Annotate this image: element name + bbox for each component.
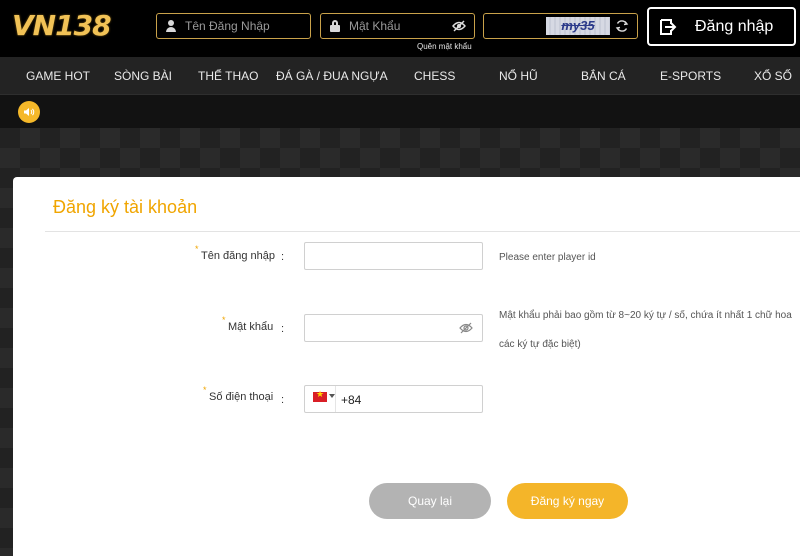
nav-item-no-hu[interactable]: NỔ HŨ: [499, 57, 538, 95]
top-header: VN138 Tên Đăng Nhập Mật Khẩu Quên mật kh…: [0, 0, 800, 57]
phone-colon: :: [281, 394, 285, 406]
eye-off-icon[interactable]: [459, 322, 473, 334]
brand-logo[interactable]: VN138: [12, 10, 112, 42]
nav-item-game-hot[interactable]: GAME HOT: [26, 57, 90, 95]
password-field[interactable]: [304, 314, 483, 342]
phone-label: * Số điện thoại: [203, 385, 274, 403]
vietnam-flag-icon[interactable]: [313, 389, 327, 402]
username-hint: Please enter player id: [499, 252, 596, 263]
username-placeholder: Tên Đăng Nhập: [185, 19, 270, 33]
speaker-icon: [24, 108, 35, 116]
required-mark: *: [195, 244, 199, 254]
refresh-icon[interactable]: [615, 19, 629, 33]
captcha-image: my35: [546, 17, 610, 35]
password-hint-line2: các ký tự đặc biệt): [499, 339, 581, 350]
required-mark: *: [222, 315, 226, 325]
login-label: Đăng nhập: [695, 17, 774, 35]
title-divider: [45, 231, 800, 232]
captcha-field[interactable]: my35: [483, 13, 638, 39]
username-label: * Tên đăng nhập: [195, 244, 276, 262]
login-button[interactable]: Đăng nhập: [647, 7, 796, 46]
nav-item-da-ga[interactable]: ĐÁ GÀ / ĐUA NGỰA: [276, 57, 388, 95]
user-icon: [165, 20, 177, 32]
nav-item-e-sports[interactable]: E-SPORTS: [660, 57, 721, 95]
page-title: Đăng ký tài khoản: [53, 197, 198, 217]
password-hint-line1: Mật khẩu phải bao gồm từ 8~20 ký tự / số…: [499, 310, 792, 321]
nav-item-xo-so[interactable]: XỔ SỐ: [754, 57, 792, 95]
username-input[interactable]: Tên Đăng Nhập: [156, 13, 311, 39]
lock-icon: [329, 20, 341, 32]
register-button[interactable]: Đăng ký ngay: [507, 483, 628, 519]
nav-item-chess[interactable]: CHESS: [414, 57, 455, 95]
nav-item-ban-ca[interactable]: BẮN CÁ: [581, 57, 626, 95]
password-placeholder: Mật Khẩu: [349, 19, 401, 33]
country-divider: [335, 386, 336, 412]
password-input[interactable]: Mật Khẩu: [320, 13, 475, 39]
forgot-password-link[interactable]: Quên mật khẩu: [417, 42, 472, 51]
phone-value: +84: [341, 393, 362, 407]
eye-off-icon[interactable]: [452, 20, 466, 32]
phone-field[interactable]: +84: [304, 385, 483, 413]
nav-item-the-thao[interactable]: THỂ THAO: [198, 57, 258, 95]
back-button[interactable]: Quay lại: [369, 483, 491, 519]
nav-item-song-bai[interactable]: SÒNG BÀI: [114, 57, 172, 95]
sound-button[interactable]: [18, 101, 40, 123]
password-colon: :: [281, 323, 285, 335]
announcement-bar: [0, 95, 800, 128]
username-colon: :: [281, 251, 285, 263]
login-icon: [660, 18, 677, 35]
username-field[interactable]: [304, 242, 483, 270]
required-mark: *: [203, 385, 207, 395]
register-card: Đăng ký tài khoản * Tên đăng nhập : Plea…: [13, 177, 800, 556]
main-nav: GAME HOT SÒNG BÀI THỂ THAO ĐÁ GÀ / ĐUA N…: [0, 57, 800, 95]
password-label: * Mật khẩu: [222, 315, 274, 333]
